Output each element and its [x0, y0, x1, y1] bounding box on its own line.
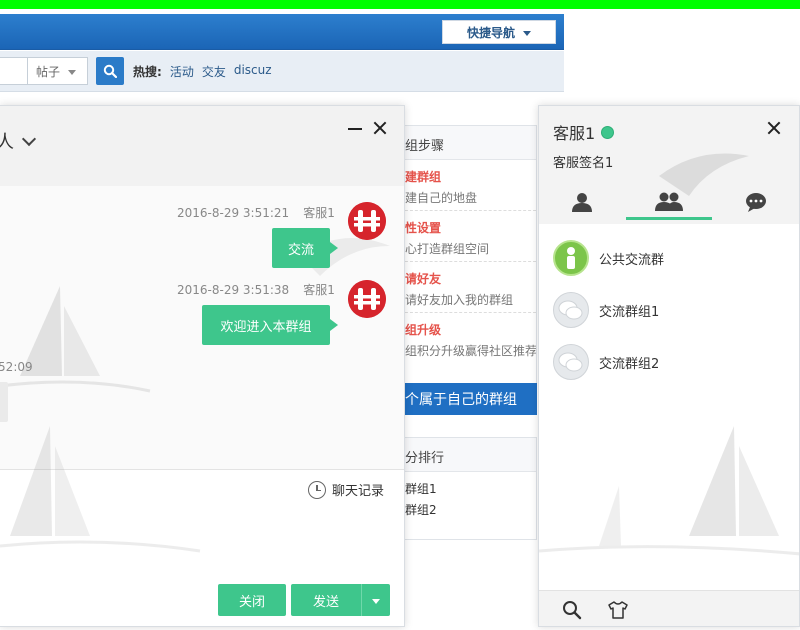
step-title[interactable]: 组升级: [405, 321, 536, 338]
online-status-icon: [601, 125, 615, 139]
close-panel-button[interactable]: [766, 120, 782, 136]
minimize-button[interactable]: [348, 128, 362, 130]
contact-name-text: 客服1: [553, 124, 596, 143]
group-avatar: [553, 344, 589, 380]
close-chat-button[interactable]: [372, 120, 388, 136]
caret-down-icon: [523, 30, 531, 36]
create-group-button[interactable]: 个属于自己的群组: [405, 383, 537, 415]
search-button[interactable]: [96, 57, 124, 85]
ranking-header: 分排行: [405, 438, 536, 472]
search-bar: 帖子 热搜: 活动 交友 discuz: [0, 51, 564, 92]
tab-groups[interactable]: [626, 184, 712, 220]
message-bubble: 欢迎进入本群组: [202, 305, 338, 345]
group-ranking-panel: 分排行 群组1 群组2: [405, 437, 537, 540]
step-desc: 组积分升级赢得社区推荐: [405, 344, 536, 358]
step-title[interactable]: 请好友: [405, 270, 536, 287]
avatar[interactable]: [348, 280, 386, 318]
step-desc: 心打造群组空间: [405, 242, 490, 256]
tab-friends[interactable]: [539, 184, 625, 220]
ink-boat-decoration: [0, 426, 201, 553]
quick-nav-dropdown[interactable]: 快捷导航: [442, 20, 556, 44]
group-name: 交流群组2: [599, 356, 660, 372]
close-button[interactable]: 关闭: [218, 584, 286, 616]
chat-bubble-icon: [746, 193, 766, 212]
group-list: 公共交流群 交流群组1 交流群组2: [539, 232, 799, 388]
step-item: 组升级 组积分升级赢得社区推荐: [405, 313, 536, 364]
contact-panel-footer: [539, 590, 799, 626]
chat-title-text: 人: [0, 128, 14, 154]
group-avatar: [553, 240, 589, 276]
message-bubble: 交流: [272, 228, 338, 268]
step-item: 性设置 心打造群组空间: [405, 211, 536, 262]
ink-sailboat-decoration: [539, 426, 799, 556]
chevron-down-icon: [21, 131, 37, 146]
chat-bubbles-icon: [558, 352, 583, 372]
skin-tshirt-icon[interactable]: [607, 601, 629, 619]
send-options-button[interactable]: [361, 584, 390, 616]
message-meta: 2016-8-29 3:51:38 客服1: [177, 281, 335, 298]
caret-down-icon: [68, 69, 77, 75]
group-name: 交流群组1: [599, 304, 660, 320]
list-item[interactable]: 交流群组1: [539, 284, 799, 336]
contact-panel: 客服1 客服签名1 公共交流群 交流群组1 交流群组2: [538, 105, 800, 627]
hot-search-label: 热搜:: [133, 65, 162, 79]
group-steps-header: 组步骤: [405, 126, 536, 160]
contact-panel-header: 客服1 客服签名1: [539, 106, 799, 224]
chat-title[interactable]: 人: [0, 128, 37, 154]
hot-search: 热搜: 活动 交友 discuz: [133, 63, 272, 80]
ranking-item[interactable]: 群组2: [405, 501, 536, 518]
top-green-bar: [0, 0, 800, 9]
hot-link-activity[interactable]: 活动: [170, 63, 194, 80]
step-desc: 建自己的地盘: [405, 191, 478, 205]
message-meta: 2016-8-29 3:51:21 客服1: [177, 204, 335, 221]
step-title[interactable]: 性设置: [405, 219, 536, 236]
message-sender: 客服1: [303, 206, 335, 220]
avatar[interactable]: [348, 202, 386, 240]
contact-name: 客服1: [553, 120, 615, 144]
step-title[interactable]: 建群组: [405, 168, 536, 185]
brand-logo-icon: [348, 202, 386, 240]
group-users-icon: [655, 192, 683, 211]
quick-nav-label: 快捷导航: [466, 25, 515, 40]
hot-link-friends[interactable]: 交友: [202, 63, 226, 80]
message-time: 2016-8-29 3:51:38: [177, 283, 290, 297]
group-steps-panel: 组步骤 建群组 建自己的地盘 性设置 心打造群组空间 请好友 请好友加入我的群组…: [405, 125, 537, 415]
list-item[interactable]: 公共交流群: [539, 232, 799, 284]
caret-down-icon: [372, 598, 380, 604]
tab-recent-chats[interactable]: [713, 184, 799, 220]
user-icon: [572, 193, 592, 212]
contact-signature: 客服签名1: [553, 156, 614, 171]
ranking-item[interactable]: 群组1: [405, 480, 536, 497]
brand-logo-icon: [348, 280, 386, 318]
chat-window: 人 2016-8-29 3:51:21客服1 交流 2016-: [0, 105, 405, 627]
search-input[interactable]: [0, 57, 28, 85]
group-name: 公共交流群: [599, 252, 665, 268]
message-time: :52:09: [0, 360, 33, 374]
hot-link-discuz[interactable]: discuz: [234, 63, 272, 80]
search-icon: [103, 64, 117, 78]
search-scope-label: 帖子: [36, 64, 61, 79]
person-icon: [567, 247, 575, 269]
search-scope-select[interactable]: 帖子: [28, 57, 88, 85]
list-item[interactable]: 交流群组2: [539, 336, 799, 388]
message-sender: 客服1: [303, 283, 335, 297]
chat-bubbles-icon: [558, 300, 583, 320]
message-time: 2016-8-29 3:51:21: [177, 206, 290, 220]
step-item: 建群组 建自己的地盘: [405, 160, 536, 211]
send-button[interactable]: 发送: [291, 584, 361, 616]
forum-nav-bar: 快捷导航: [0, 14, 564, 50]
group-avatar: [553, 292, 589, 328]
step-desc: 请好友加入我的群组: [405, 293, 514, 307]
step-item: 请好友 请好友加入我的群组: [405, 262, 536, 313]
chat-header: 人: [0, 106, 404, 186]
search-icon[interactable]: [562, 600, 582, 620]
